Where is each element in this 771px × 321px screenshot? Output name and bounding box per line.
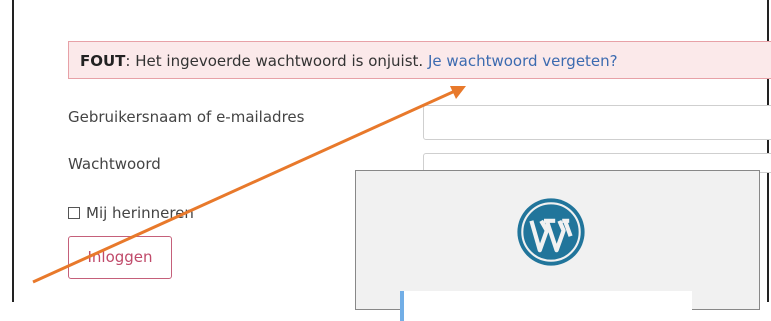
annotation-arrow [32, 86, 466, 284]
